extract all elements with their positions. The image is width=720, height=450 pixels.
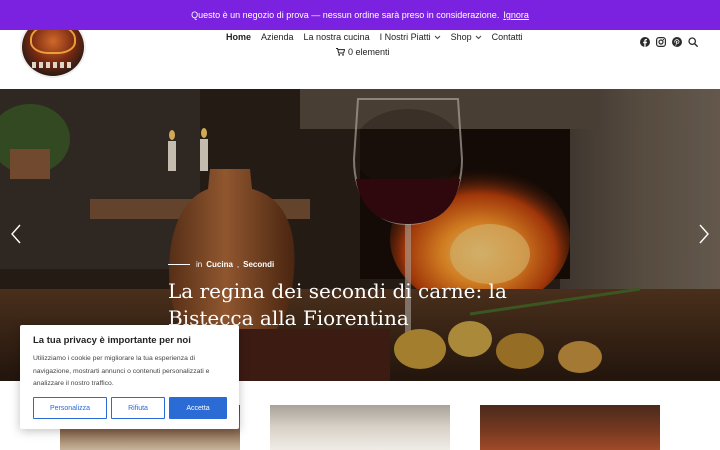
cookie-text: Utilizziamo i cookie per migliorare la t… xyxy=(33,355,210,387)
category-link-secondi[interactable]: Secondi xyxy=(243,260,274,269)
cookie-buttons: Personalizza Rifiuta Accetta xyxy=(33,397,227,419)
slider-prev-button[interactable] xyxy=(8,223,24,247)
meta-divider xyxy=(168,264,190,265)
instagram-icon[interactable] xyxy=(656,37,666,47)
cart-link[interactable]: 0 elementi xyxy=(336,47,390,57)
notice-text: Questo è un negozio di prova — nessun or… xyxy=(191,10,500,20)
customize-button[interactable]: Personalizza xyxy=(33,397,107,419)
demo-store-notice: Questo è un negozio di prova — nessun or… xyxy=(0,0,720,30)
notice-dismiss-link[interactable]: Ignora xyxy=(503,10,529,20)
pinterest-icon[interactable] xyxy=(672,37,682,47)
chevron-down-icon xyxy=(475,35,481,39)
cookie-consent-banner: La tua privacy è importante per noi Util… xyxy=(20,325,239,429)
facebook-icon[interactable] xyxy=(640,37,650,47)
cookie-title: La tua privacy è importante per noi xyxy=(33,335,191,346)
chevron-right-icon xyxy=(699,224,709,244)
search-icon[interactable] xyxy=(688,37,698,47)
post-card-thumbnail[interactable] xyxy=(270,405,450,450)
nav-item-home[interactable]: Home xyxy=(226,30,251,44)
nav-item-contatti[interactable]: Contatti xyxy=(492,30,523,44)
slider-next-button[interactable] xyxy=(696,223,712,247)
nav-item-label: Azienda xyxy=(261,32,294,42)
chevron-down-icon xyxy=(434,35,440,39)
nav-item-la-nostra-cucina[interactable]: La nostra cucina xyxy=(304,30,370,44)
post-card-thumbnail[interactable] xyxy=(480,405,660,450)
category-prefix: in xyxy=(196,260,203,269)
nav-item-label: Shop xyxy=(450,32,472,42)
nav-item-azienda[interactable]: Azienda xyxy=(261,30,294,44)
cart-count: 0 elementi xyxy=(348,47,390,57)
nav-item-label: I Nostri Piatti xyxy=(379,32,431,42)
nav-item-i-nostri-piatti[interactable]: I Nostri Piatti xyxy=(380,30,441,44)
chevron-left-icon xyxy=(11,224,21,244)
nav-item-shop[interactable]: Shop xyxy=(451,30,482,44)
main-nav: Home Azienda La nostra cucina I Nostri P… xyxy=(226,30,523,44)
post-categories: in Cucina, Secondi xyxy=(168,260,274,269)
post-title-link[interactable]: La regina dei secondi di carne: la Biste… xyxy=(168,278,528,332)
nav-item-label: Contatti xyxy=(491,32,523,42)
social-links xyxy=(640,37,698,47)
cart-icon xyxy=(336,48,345,56)
reject-button[interactable]: Rifiuta xyxy=(111,397,165,419)
nav-item-label: La nostra cucina xyxy=(303,32,370,42)
accept-button[interactable]: Accetta xyxy=(169,397,227,419)
site-header: Home Azienda La nostra cucina I Nostri P… xyxy=(0,16,720,89)
nav-item-label: Home xyxy=(226,32,252,42)
category-link-cucina[interactable]: Cucina xyxy=(206,260,233,269)
